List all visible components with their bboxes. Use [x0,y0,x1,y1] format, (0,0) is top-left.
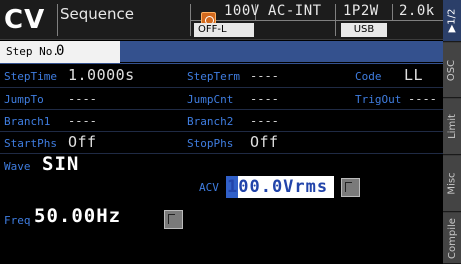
step-term-label: StepTerm [187,70,240,83]
acv-input[interactable]: 100.0Vrms [226,176,334,198]
trig-out-label: TrigOut [355,93,402,106]
tab-page[interactable]: ▶1/2 [443,0,461,42]
capacity: 2.0k [399,3,435,19]
header-divider [190,20,443,21]
status-header: CV Sequence 100V AC-INT 1P2W 2.0k OFF-L … [0,0,443,40]
trig-out-value[interactable]: ---- [408,92,437,106]
output-state-badge: OFF-L [194,23,254,37]
jump-cnt-value[interactable]: ---- [250,92,279,106]
tab-compile[interactable]: Compile [443,213,461,264]
jump-to-value[interactable]: ---- [68,92,97,106]
branch2-label: Branch2 [187,115,234,128]
usb-badge: USB [341,23,387,37]
acv-shortcut-icon[interactable] [341,178,360,197]
branch2-value[interactable]: ---- [250,114,279,128]
header-divider [392,4,393,20]
row-separator [0,109,443,110]
sequence-title: Sequence [60,5,134,23]
start-phase-label: StartPhs [4,137,57,150]
stop-phase-value[interactable]: Off [250,133,279,151]
row-separator [0,131,443,132]
tab-limit[interactable]: Limit [443,99,461,155]
stop-phase-label: StopPhs [187,137,234,150]
mode-indicator: CV [4,5,46,35]
code-value[interactable]: LL [404,66,423,84]
step-time-label: StepTime [4,70,57,83]
wave-label: Wave [4,160,31,173]
wave-value[interactable]: SIN [42,153,79,175]
freq-shortcut-icon[interactable] [164,210,183,229]
sequence-screen: CV Sequence 100V AC-INT 1P2W 2.0k OFF-L … [0,0,461,264]
tab-osc[interactable]: OSC [443,43,461,98]
header-divider [57,4,58,36]
start-phase-value[interactable]: Off [68,133,97,151]
code-label: Code [355,70,382,83]
acv-value: 100.0Vrms [227,177,329,197]
signal-source: AC-INT [268,3,322,19]
step-number-value: 0 [56,43,65,59]
divider [0,63,443,64]
step-time-value[interactable]: 1.0000s [68,66,135,84]
step-number-tab[interactable]: Step No. 0 [0,41,120,63]
jump-cnt-label: JumpCnt [187,93,234,106]
phase-mode: 1P2W [343,3,379,19]
step-term-value[interactable]: ---- [250,69,279,83]
side-menu: ▶1/2 OSC Limit Misc Compile [443,0,461,264]
jump-to-label: JumpTo [4,93,44,106]
row-separator [0,87,443,88]
voltage-range: 100V [224,3,260,19]
freq-label: Freq [4,214,31,227]
tab-misc[interactable]: Misc [443,156,461,212]
step-number-label: Step No. [6,45,59,58]
branch1-value[interactable]: ---- [68,114,97,128]
branch1-label: Branch1 [4,115,51,128]
acv-label: ACV [199,181,219,194]
freq-value[interactable]: 50.00Hz [34,205,121,227]
